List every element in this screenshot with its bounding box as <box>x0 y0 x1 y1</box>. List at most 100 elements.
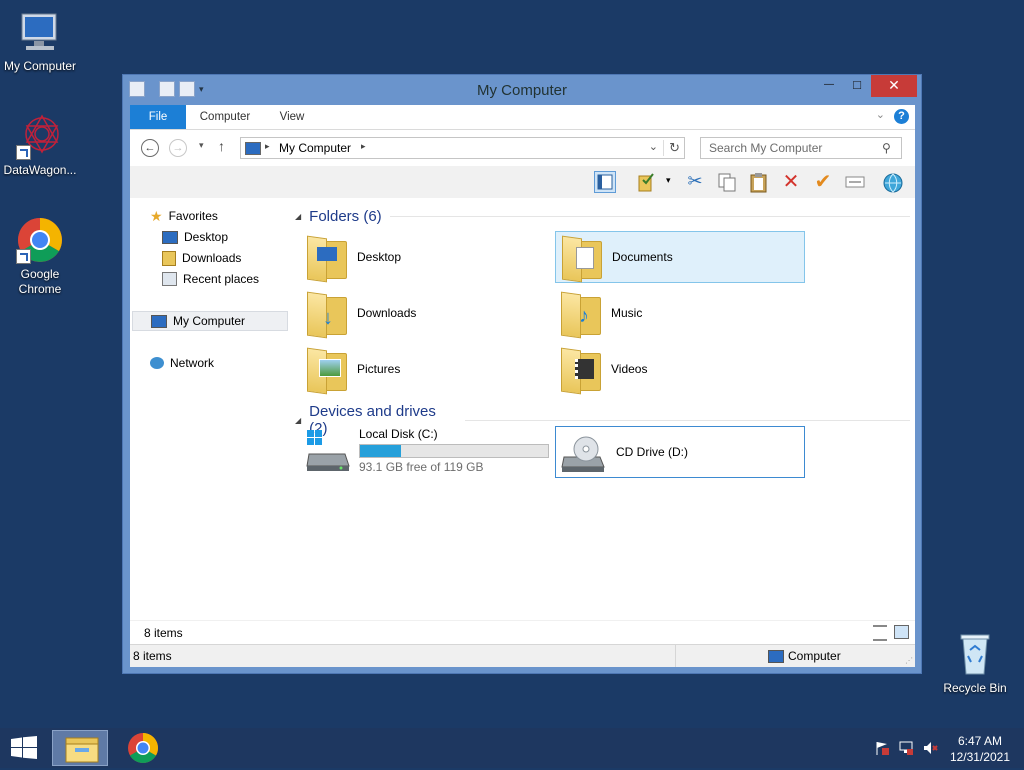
folder-icon: ♪ <box>561 291 601 339</box>
item-name: Videos <box>611 362 648 376</box>
status-computer-icon <box>768 650 784 663</box>
chrome-icon <box>128 733 159 764</box>
downloads-folder-icon <box>162 250 176 266</box>
ribbon-expand-icon[interactable]: ⌄ <box>876 108 885 121</box>
star-icon: ★ <box>150 208 163 224</box>
drive-usage-bar <box>359 444 549 458</box>
tab-file[interactable]: File <box>130 105 186 129</box>
address-dropdown-icon[interactable]: ⌄ <box>649 140 658 153</box>
folder-music[interactable]: ♪ Music <box>555 287 805 339</box>
datawagon-icon <box>16 112 64 160</box>
desktop-icon-label: DataWagon... <box>3 163 77 177</box>
main-pane: ◢ Folders (6) Desktop Documents ↓ Downlo… <box>295 198 910 620</box>
taskbar-clock[interactable]: 6:47 AM 12/31/2021 <box>950 733 1010 765</box>
help-icon[interactable]: ? <box>894 109 909 124</box>
paste-icon[interactable] <box>748 171 770 193</box>
refresh-icon[interactable]: ↻ <box>663 140 680 156</box>
local-disk-icon <box>305 428 351 474</box>
address-computer-icon <box>245 142 261 155</box>
nav-network[interactable]: Network <box>150 353 214 373</box>
item-count: 8 items <box>144 626 183 640</box>
taskbar: 6:47 AM 12/31/2021 <box>0 728 1024 768</box>
folder-pictures[interactable]: Pictures <box>301 343 551 395</box>
select-dropdown-icon[interactable]: ▾ <box>666 175 671 186</box>
folder-documents[interactable]: Documents <box>555 231 805 283</box>
address-bar[interactable]: ▸ My Computer ▸ ⌄ ↻ <box>240 137 685 159</box>
command-toolbar: ▾ ✂ ✕ ✔ <box>130 166 915 199</box>
item-name: Desktop <box>357 250 402 264</box>
details-view-icon[interactable] <box>873 625 887 641</box>
file-explorer-icon <box>65 737 99 763</box>
rename-check-icon[interactable]: ✔ <box>812 171 834 193</box>
network-tray-icon[interactable] <box>898 740 914 756</box>
nav-favorites[interactable]: ★ Favorites <box>150 206 218 226</box>
properties-globe-icon[interactable] <box>882 171 904 193</box>
preview-pane-icon[interactable] <box>594 171 616 193</box>
item-count-bar: 8 items <box>130 620 915 645</box>
drive-d[interactable]: CD Drive (D:) <box>555 426 805 478</box>
item-name: Pictures <box>357 362 401 376</box>
drive-free-space: 93.1 GB free of 119 GB <box>359 460 484 474</box>
cut-icon[interactable]: ✂ <box>684 171 706 193</box>
recycle-bin-icon <box>951 630 999 678</box>
tab-view[interactable]: View <box>272 105 312 129</box>
back-button[interactable]: ← <box>141 139 159 157</box>
nav-my-computer[interactable]: My Computer <box>132 311 288 331</box>
rename-icon[interactable] <box>844 171 866 193</box>
desktop-icon-recycle-bin[interactable]: Recycle Bin <box>935 630 1015 696</box>
desktop-icon-my-computer[interactable]: My Computer <box>0 8 80 74</box>
desktop-icon <box>162 230 178 244</box>
window-title: My Computer <box>476 82 568 99</box>
large-icons-view-icon[interactable] <box>894 625 909 639</box>
drive-c[interactable]: Local Disk (C:) 93.1 GB free of 119 GB <box>301 424 551 478</box>
address-row: ← → ▾ ↑ ▸ My Computer ▸ ⌄ ↻ Search My Co… <box>130 130 915 166</box>
computer-icon <box>151 314 167 328</box>
up-button[interactable]: ↑ <box>218 138 225 154</box>
clock-date: 12/31/2021 <box>949 750 1010 764</box>
shortcut-arrow-icon <box>16 249 31 264</box>
address-chevron-icon[interactable]: ▸ <box>265 141 270 152</box>
desktop-icon-datawagon[interactable]: DataWagon... <box>0 112 80 178</box>
folder-videos[interactable]: Videos <box>555 343 805 395</box>
taskbar-chrome[interactable] <box>115 730 171 766</box>
computer-icon <box>16 8 64 56</box>
nav-downloads[interactable]: Downloads <box>162 248 241 268</box>
nav-desktop[interactable]: Desktop <box>162 227 228 247</box>
taskbar-file-explorer[interactable] <box>52 730 108 766</box>
close-button[interactable]: ✕ <box>871 75 917 97</box>
drive-name: Local Disk (C:) <box>359 427 438 441</box>
resize-grip-icon[interactable]: ⋰ <box>905 656 913 665</box>
ribbon-tabs: File Computer View ⌄ ? <box>130 105 915 130</box>
address-text: My Computer <box>279 141 352 155</box>
search-icon[interactable]: ⚲ <box>882 141 891 155</box>
desktop-icon-label: Recycle Bin <box>943 681 1007 695</box>
recent-locations-icon[interactable]: ▾ <box>199 140 204 151</box>
forward-button[interactable]: → <box>169 139 187 157</box>
explorer-window: ▾ My Computer — □ ✕ File Computer View ⌄… <box>122 74 922 674</box>
maximize-button[interactable]: □ <box>843 75 871 97</box>
desktop-icon-chrome[interactable]: Google Chrome <box>0 216 80 297</box>
minimize-button[interactable]: — <box>815 75 843 97</box>
title-bar[interactable]: ▾ My Computer — □ ✕ <box>123 75 921 105</box>
nav-recent-places[interactable]: Recent places <box>162 269 259 289</box>
item-name: Downloads <box>357 306 417 320</box>
nav-label: Recent places <box>183 272 260 286</box>
cd-drive-icon <box>560 429 606 475</box>
item-name: Documents <box>612 250 673 264</box>
folder-desktop[interactable]: Desktop <box>301 231 551 283</box>
volume-muted-icon[interactable] <box>922 740 938 756</box>
nav-label: My Computer <box>173 314 246 328</box>
action-center-flag-icon[interactable] <box>874 740 890 756</box>
collapse-icon: ◢ <box>295 212 302 221</box>
folder-icon <box>307 347 347 395</box>
start-button[interactable] <box>10 736 38 760</box>
folders-group-header[interactable]: ◢ Folders (6) <box>295 208 910 225</box>
status-bar: 8 items Computer ⋰ <box>130 644 915 667</box>
address-crumb-chevron-icon[interactable]: ▸ <box>361 141 366 152</box>
copy-icon[interactable] <box>716 171 738 193</box>
select-icon[interactable] <box>636 171 658 193</box>
search-input[interactable]: Search My Computer <box>700 137 902 159</box>
delete-icon[interactable]: ✕ <box>780 171 802 193</box>
folder-downloads[interactable]: ↓ Downloads <box>301 287 551 339</box>
tab-computer[interactable]: Computer <box>194 105 256 129</box>
